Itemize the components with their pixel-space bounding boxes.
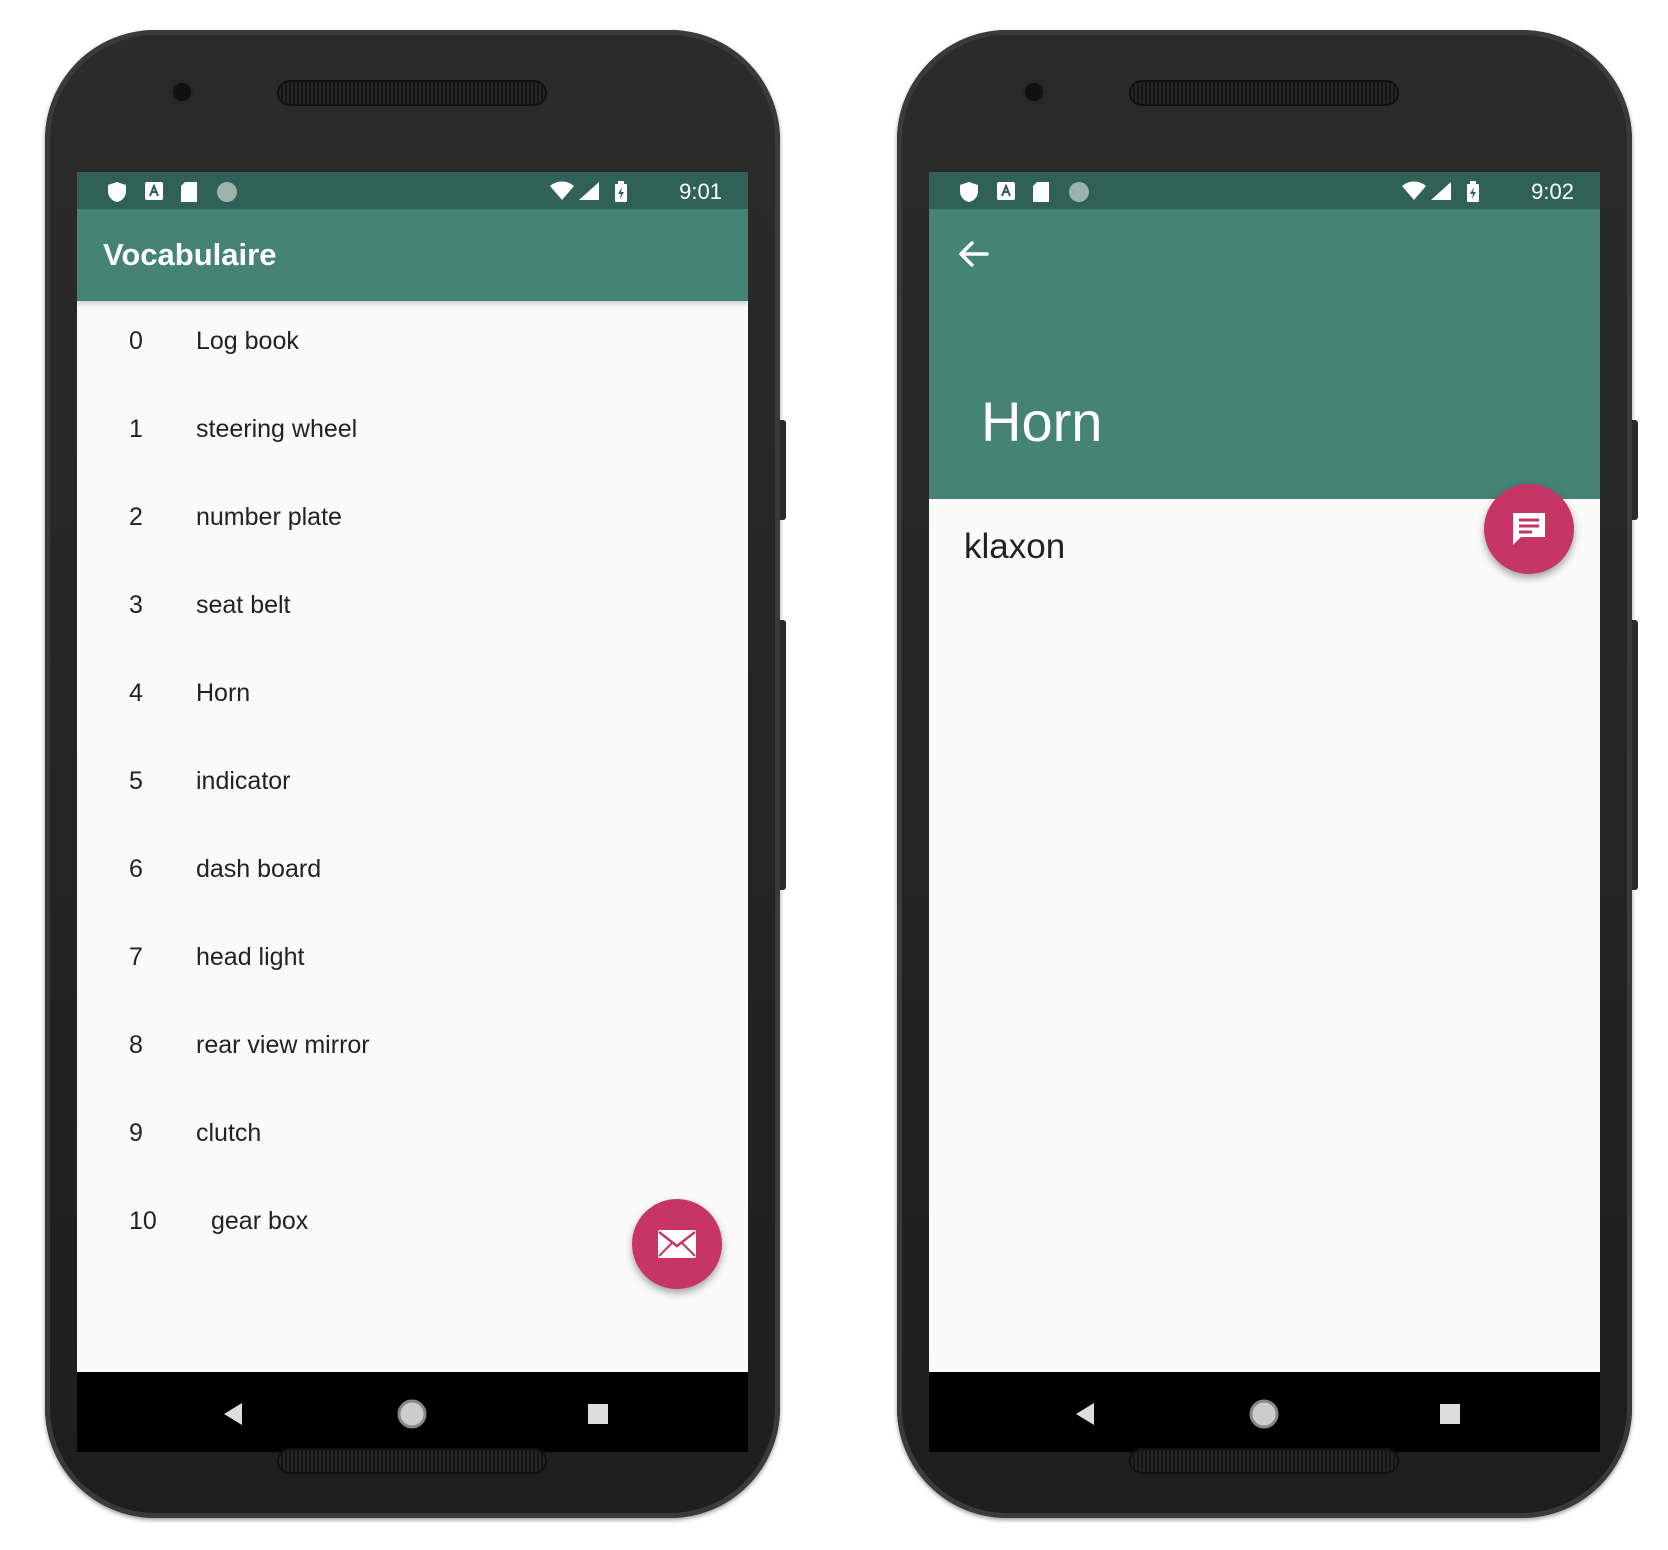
mail-fab-button[interactable] xyxy=(632,1199,722,1289)
item-word: rear view mirror xyxy=(196,1031,370,1059)
bottom-speaker xyxy=(1129,1448,1399,1474)
item-word: Log book xyxy=(196,327,299,355)
power-button xyxy=(780,420,786,520)
sd-card-icon xyxy=(181,182,197,202)
front-camera xyxy=(1025,83,1043,101)
item-number: 6 xyxy=(129,855,143,883)
shield-icon xyxy=(108,182,126,202)
list-item[interactable]: 8 rear view mirror xyxy=(77,1005,748,1093)
nav-back-button[interactable] xyxy=(1065,1394,1105,1434)
shield-icon xyxy=(960,182,978,202)
list-item[interactable]: 3 seat belt xyxy=(77,565,748,653)
item-word: steering wheel xyxy=(196,415,358,443)
chat-icon xyxy=(1513,513,1545,545)
item-word: number plate xyxy=(196,503,342,531)
app-toolbar: Vocabulaire xyxy=(77,209,748,301)
volume-button xyxy=(1632,620,1638,890)
circle-status-icon xyxy=(217,182,237,202)
item-number: 1 xyxy=(129,415,143,443)
wifi-icon xyxy=(550,181,574,200)
nav-home-button[interactable] xyxy=(392,1394,432,1434)
item-word: head light xyxy=(196,943,305,971)
nav-home-button[interactable] xyxy=(1244,1394,1284,1434)
vocab-list: 0 Log book 1 steering wheel 2 number plate … xyxy=(77,301,748,1269)
font-a-icon xyxy=(145,182,163,200)
item-number: 8 xyxy=(129,1031,143,1059)
navigation-bar xyxy=(77,1372,748,1452)
home-circle-icon xyxy=(397,1399,427,1429)
back-triangle-icon xyxy=(224,1403,242,1425)
item-word: clutch xyxy=(196,1119,262,1147)
item-number: 4 xyxy=(129,679,143,707)
item-number: 3 xyxy=(129,591,143,619)
status-bar: 9:02 xyxy=(929,172,1600,209)
signal-icon xyxy=(1431,182,1451,200)
home-circle-icon xyxy=(1249,1399,1279,1429)
front-camera xyxy=(173,83,191,101)
arrow-left-icon[interactable] xyxy=(957,237,991,271)
item-number: 5 xyxy=(129,767,143,795)
wifi-icon xyxy=(1402,181,1426,200)
comment-fab-button[interactable] xyxy=(1484,484,1574,574)
navigation-bar xyxy=(929,1372,1600,1452)
app-title: Vocabulaire xyxy=(103,237,277,272)
status-time: 9:01 xyxy=(679,179,722,204)
list-item[interactable]: 9 clutch xyxy=(77,1093,748,1181)
detail-translation: klaxon xyxy=(964,527,1066,566)
list-item[interactable]: 1 steering wheel xyxy=(77,389,748,477)
top-speaker xyxy=(277,80,547,106)
item-word: seat belt xyxy=(196,591,291,619)
font-a-icon xyxy=(997,182,1015,200)
screen-vocab-detail: 9:02 Horn klaxon xyxy=(929,172,1600,1372)
item-word: Horn xyxy=(196,679,251,707)
item-number: 7 xyxy=(129,943,143,971)
list-item[interactable]: 4 Horn xyxy=(77,653,748,741)
item-number: 10 xyxy=(129,1207,157,1235)
back-triangle-icon xyxy=(1076,1403,1094,1425)
circle-status-icon xyxy=(1069,182,1089,202)
nav-recents-button[interactable] xyxy=(1430,1394,1470,1434)
status-bar: 9:01 xyxy=(77,172,748,209)
volume-button xyxy=(780,620,786,890)
nav-back-button[interactable] xyxy=(213,1394,253,1434)
list-item[interactable]: 7 head light xyxy=(77,917,748,1005)
mail-icon xyxy=(658,1230,696,1258)
sd-card-icon xyxy=(1033,182,1049,202)
recents-square-icon xyxy=(1440,1404,1460,1424)
list-item[interactable]: 6 dash board xyxy=(77,829,748,917)
item-word: indicator xyxy=(196,767,291,795)
status-time: 9:02 xyxy=(1531,179,1574,204)
recents-square-icon xyxy=(588,1404,608,1424)
screen-vocab-list: 9:01 Vocabulaire 0 Log book 1 steering whe… xyxy=(77,172,748,1372)
item-number: 0 xyxy=(129,327,143,355)
phone-left: 9:01 Vocabulaire 0 Log book 1 steering whe… xyxy=(45,30,786,1518)
power-button xyxy=(1632,420,1638,520)
list-item[interactable]: 2 number plate xyxy=(77,477,748,565)
signal-icon xyxy=(579,182,599,200)
item-word: gear box xyxy=(211,1207,309,1235)
detail-header: Horn xyxy=(929,209,1600,499)
nav-recents-button[interactable] xyxy=(578,1394,618,1434)
bottom-speaker xyxy=(277,1448,547,1474)
item-word: dash board xyxy=(196,855,322,883)
item-number: 2 xyxy=(129,503,143,531)
battery-charging-icon xyxy=(615,181,627,202)
list-item[interactable]: 0 Log book xyxy=(77,301,748,389)
item-number: 9 xyxy=(129,1119,143,1147)
battery-charging-icon xyxy=(1467,181,1479,202)
top-speaker xyxy=(1129,80,1399,106)
list-item[interactable]: 5 indicator xyxy=(77,741,748,829)
phone-right: 9:02 Horn klaxon xyxy=(897,30,1638,1518)
detail-title: Horn xyxy=(981,390,1103,453)
